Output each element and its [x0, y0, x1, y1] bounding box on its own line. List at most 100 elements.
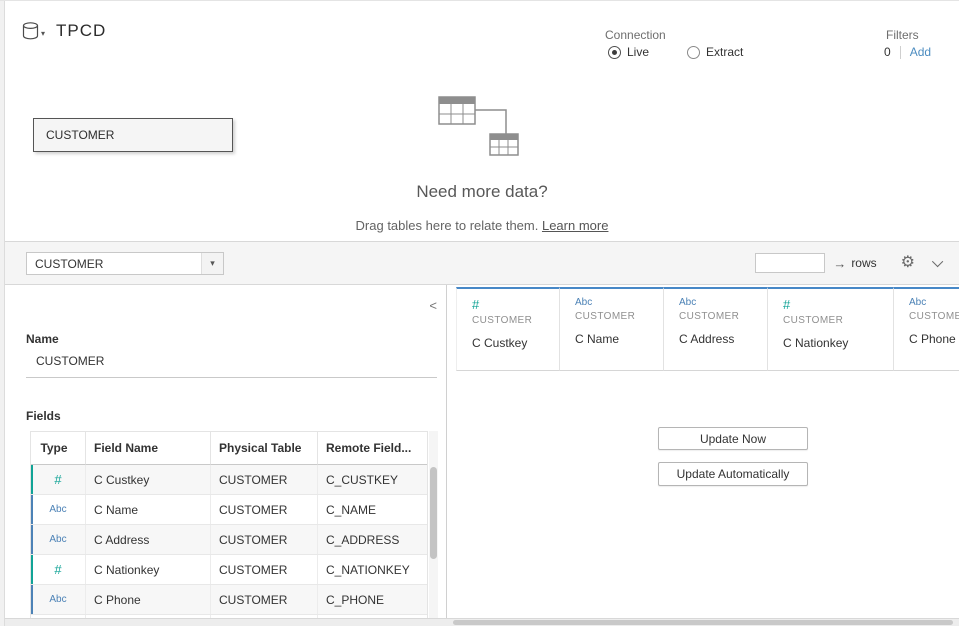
remote-field-cell: C_PHONE — [318, 585, 427, 614]
drag-tables-text: Drag tables here to relate them. — [356, 218, 542, 233]
fields-table: Type Field Name Physical Table Remote Fi… — [30, 431, 428, 619]
datasource-menu-button[interactable]: ▾ — [22, 22, 45, 40]
connection-options: Live Extract — [608, 45, 743, 59]
collapse-panel-icon[interactable]: < — [429, 298, 437, 313]
arrow-right-icon: → — [833, 256, 846, 271]
radio-option-live[interactable]: Live — [608, 45, 649, 59]
radio-extract-label[interactable]: Extract — [706, 45, 743, 59]
grid-column-table: CUSTOMER — [783, 315, 893, 326]
column-header-type[interactable]: Type — [31, 432, 86, 465]
radio-option-extract[interactable]: Extract — [687, 45, 743, 59]
column-header-field-name[interactable]: Field Name — [86, 432, 211, 465]
type-cell: Abc — [31, 585, 86, 614]
grid-column-field: C Phone — [909, 332, 959, 346]
bottom-section: < Name CUSTOMER Fields Type Field Name P… — [5, 285, 959, 619]
remote-field-cell: C_ADDRESS — [318, 525, 427, 554]
filters-separator — [900, 46, 901, 59]
number-type-icon: # — [472, 297, 559, 312]
number-type-icon: # — [54, 562, 61, 577]
grid-column-field: C Address — [679, 332, 767, 346]
tableau-datasource-page: ▾ TPCD Connection Live Extract Filters 0… — [0, 0, 959, 626]
physical-table-cell: CUSTOMER — [211, 465, 318, 494]
grid-column-c-address[interactable]: Abc CUSTOMER C Address — [664, 287, 768, 371]
remote-field-cell: C_CUSTKEY — [318, 465, 427, 494]
logical-table-label: CUSTOMER — [46, 128, 114, 142]
fields-scrollbar[interactable] — [429, 431, 438, 619]
type-cell: # — [31, 465, 86, 494]
caret-down-icon: ▾ — [201, 253, 223, 274]
caret-down-icon: ▾ — [41, 29, 45, 38]
remote-field-cell: C_NATIONKEY — [318, 555, 427, 584]
number-type-icon: # — [54, 472, 61, 487]
update-now-button[interactable]: Update Now — [658, 427, 808, 450]
filters-label: Filters — [886, 28, 919, 42]
type-cell: Abc — [31, 525, 86, 554]
radio-live-icon[interactable] — [608, 46, 621, 59]
gear-icon[interactable]: ⚙ — [901, 255, 915, 271]
radio-extract-icon[interactable] — [687, 46, 700, 59]
data-preview-panel: # CUSTOMER C Custkey Abc CUSTOMER C Name… — [448, 285, 959, 619]
table-selector-dropdown[interactable]: CUSTOMER ▾ — [26, 252, 224, 275]
chevron-down-icon[interactable] — [932, 256, 943, 267]
grid-column-table: CUSTOMER — [575, 311, 663, 322]
field-row-c-address[interactable]: Abc C Address CUSTOMER C_ADDRESS — [31, 525, 427, 555]
grid-column-field: C Name — [575, 332, 663, 346]
field-name-cell: C Nationkey — [86, 555, 211, 584]
update-automatically-button[interactable]: Update Automatically — [658, 462, 808, 486]
filters-row: 0 Add — [884, 45, 931, 59]
filters-count: 0 — [884, 45, 891, 59]
column-header-physical-table[interactable]: Physical Table — [211, 432, 318, 465]
fields-table-header: Type Field Name Physical Table Remote Fi… — [31, 432, 427, 465]
horizontal-scrollbar-thumb[interactable] — [453, 620, 953, 625]
row-limit-input[interactable] — [755, 253, 825, 273]
grid-column-field: C Custkey — [472, 336, 559, 350]
database-icon — [22, 22, 39, 40]
fields-scrollbar-thumb[interactable] — [430, 467, 437, 559]
field-row-c-nationkey[interactable]: # C Nationkey CUSTOMER C_NATIONKEY — [31, 555, 427, 585]
type-cell: Abc — [31, 495, 86, 524]
field-name-cell: C Phone — [86, 585, 211, 614]
table-name-field[interactable]: CUSTOMER — [36, 354, 104, 368]
grid-column-table: CUSTOMER — [909, 311, 959, 322]
filters-add-link[interactable]: Add — [910, 45, 931, 59]
grid-column-table: CUSTOMER — [679, 311, 767, 322]
physical-table-cell: CUSTOMER — [211, 585, 318, 614]
preview-toolbar: CUSTOMER ▾ → rows ⚙ — [5, 241, 959, 285]
field-row-c-name[interactable]: Abc C Name CUSTOMER C_NAME — [31, 495, 427, 525]
name-label: Name — [26, 332, 59, 346]
physical-table-cell: CUSTOMER — [211, 555, 318, 584]
grid-column-c-phone[interactable]: Abc CUSTOMER C Phone — [894, 287, 959, 371]
field-name-cell: C Custkey — [86, 465, 211, 494]
field-row-c-custkey[interactable]: # C Custkey CUSTOMER C_CUSTKEY — [31, 465, 427, 495]
remote-field-cell: C_NAME — [318, 495, 427, 524]
logical-table-customer[interactable]: CUSTOMER — [33, 118, 233, 152]
grid-column-c-name[interactable]: Abc CUSTOMER C Name — [560, 287, 664, 371]
data-grid-header: # CUSTOMER C Custkey Abc CUSTOMER C Name… — [456, 287, 959, 371]
physical-table-cell: CUSTOMER — [211, 495, 318, 524]
grid-column-table: CUSTOMER — [472, 315, 559, 326]
drag-tables-hint: Drag tables here to relate them. Learn m… — [5, 218, 959, 233]
type-cell: # — [31, 555, 86, 584]
radio-live-label[interactable]: Live — [627, 45, 649, 59]
relate-tables-illustration — [438, 96, 530, 165]
table-selector-value: CUSTOMER — [27, 257, 201, 271]
fields-label: Fields — [26, 409, 61, 423]
learn-more-link[interactable]: Learn more — [542, 218, 608, 233]
rows-label: rows — [851, 256, 876, 270]
column-header-remote-field[interactable]: Remote Field... — [318, 432, 427, 465]
field-name-cell: C Name — [86, 495, 211, 524]
string-type-icon: Abc — [49, 504, 66, 515]
string-type-icon: Abc — [909, 297, 959, 308]
string-type-icon: Abc — [575, 297, 663, 308]
number-type-icon: # — [783, 297, 893, 312]
grid-column-c-custkey[interactable]: # CUSTOMER C Custkey — [456, 287, 560, 371]
physical-table-cell: CUSTOMER — [211, 525, 318, 554]
row-controls: → rows ⚙ — [755, 242, 949, 284]
grid-column-c-nationkey[interactable]: # CUSTOMER C Nationkey — [768, 287, 894, 371]
horizontal-scrollbar[interactable] — [5, 618, 959, 626]
need-more-data-title: Need more data? — [5, 182, 959, 202]
grid-column-field: C Nationkey — [783, 336, 893, 350]
field-row-c-phone[interactable]: Abc C Phone CUSTOMER C_PHONE — [31, 585, 427, 615]
string-type-icon: Abc — [679, 297, 767, 308]
field-name-cell: C Address — [86, 525, 211, 554]
